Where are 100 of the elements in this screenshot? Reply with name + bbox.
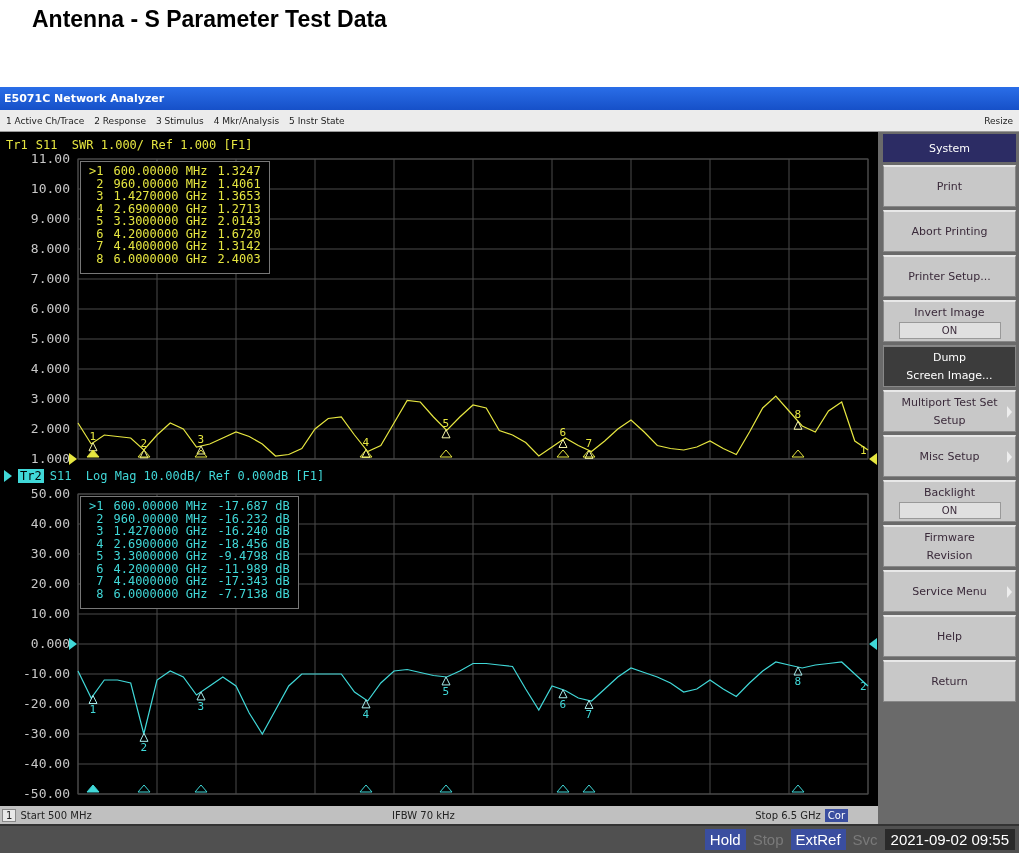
date-time: 2021-09-02 09:55 (884, 829, 1015, 850)
softkey-button[interactable]: Abort Printing (883, 210, 1016, 252)
axis-tick-label: 4.000 (30, 361, 70, 377)
marker-id: 5 (95, 215, 104, 228)
marker-response: 1.6720 (217, 227, 261, 240)
marker-response: -16.232 dB (217, 512, 290, 525)
marker-triangle-icon (793, 666, 803, 676)
marker-number: 6 (559, 426, 567, 440)
marker-position-icon (556, 449, 570, 458)
marker-triangle-icon (558, 689, 568, 699)
marker-response: 1.3247 (217, 165, 261, 178)
marker-number: 1 (89, 429, 97, 443)
marker-response: -17.343 dB (217, 575, 290, 588)
marker-id: 4 (95, 537, 104, 550)
softkey-button[interactable]: Misc Setup (883, 435, 1016, 477)
axis-tick-label: 3.000 (30, 391, 70, 407)
marker-response: 1.3142 (217, 240, 261, 253)
softkey-button[interactable]: Return (883, 660, 1016, 702)
marker-number: 7 (585, 708, 593, 722)
marker-position-icon (137, 784, 151, 793)
marker-position-icon (791, 784, 805, 793)
marker-stimulus: 960.00000 MHz (113, 177, 208, 190)
trace-end-label: 1 (860, 444, 867, 457)
marker-stimulus: 4.4000000 GHz (113, 240, 208, 253)
marker-response: -17.687 dB (217, 500, 290, 513)
marker-response: -9.4798 dB (217, 550, 290, 563)
axis-tick-label: 20.00 (30, 576, 70, 592)
marker-position-icon (86, 449, 100, 458)
marker-stimulus: 1.4270000 GHz (113, 525, 208, 538)
menu-item[interactable]: 1 Active Ch/Trace (6, 115, 85, 126)
softkey-button[interactable]: Invert Image ON (883, 300, 1016, 342)
resize-menu-item[interactable]: Resize (984, 115, 1013, 126)
axis-tick-label: 10.00 (30, 606, 70, 622)
axis-tick-label: 5.000 (30, 331, 70, 347)
marker-stimulus: 3.3000000 GHz (113, 215, 208, 228)
marker-stimulus: 6.0000000 GHz (113, 252, 208, 265)
trace-tag[interactable]: Tr2 (18, 469, 44, 483)
marker-position-icon (359, 784, 373, 793)
trace-tag[interactable]: Tr1 (4, 138, 30, 152)
marker-number: 6 (559, 697, 567, 711)
softkey-button[interactable]: Service Menu (883, 570, 1016, 612)
marker-stimulus: 600.00000 MHz (113, 165, 208, 178)
marker-id: >1 (89, 500, 104, 513)
marker-id: 2 (95, 177, 104, 190)
marker-number: 8 (794, 408, 802, 422)
marker-stimulus: 960.00000 MHz (113, 512, 208, 525)
axis-tick-label: 11.00 (30, 151, 70, 167)
marker-position-icon (194, 784, 208, 793)
marker-number: 4 (362, 436, 370, 450)
menu-item[interactable]: 4 Mkr/Analysis (213, 115, 280, 126)
menu-item[interactable]: 3 Stimulus (156, 115, 204, 126)
softkey-button[interactable]: Multiport Test Set Setup (883, 390, 1016, 432)
softkey-button[interactable]: Dump Screen Image... (883, 345, 1016, 387)
marker-triangle-icon (558, 439, 568, 448)
marker-number: 2 (140, 436, 148, 450)
softkey-button[interactable]: Print (883, 165, 1016, 207)
marker-position-icon (791, 449, 805, 458)
marker-id: 4 (95, 202, 104, 215)
marker-id: 7 (95, 240, 104, 253)
marker-response: -16.240 dB (217, 525, 290, 538)
axis-tick-label: 2.000 (30, 421, 70, 437)
marker-response: 1.2713 (217, 202, 261, 215)
marker-stimulus: 4.2000000 GHz (113, 562, 208, 575)
axis-tick-label: 50.00 (30, 486, 70, 502)
softkey-button[interactable]: Backlight ON (883, 480, 1016, 522)
axis-tick-label: -40.00 (23, 756, 70, 772)
axis-tick-label: -30.00 (23, 726, 70, 742)
marker-number: 3 (197, 699, 205, 713)
marker-response: -18.456 dB (217, 537, 290, 550)
marker-id: 3 (95, 525, 104, 538)
marker-id: 2 (95, 512, 104, 525)
axis-tick-label: 8.000 (30, 241, 70, 257)
marker-stimulus: 6.0000000 GHz (113, 587, 208, 600)
marker-id: 6 (95, 227, 104, 240)
marker-number: 1 (89, 703, 97, 717)
marker-number: 5 (442, 684, 450, 698)
axis-tick-label: 30.00 (30, 546, 70, 562)
axis-tick-label: 9.000 (30, 211, 70, 227)
menu-title: System (883, 134, 1016, 162)
marker-number: 8 (794, 675, 802, 689)
reference-marker-icon (69, 638, 77, 650)
softkey-button[interactable]: Help (883, 615, 1016, 657)
marker-triangle-icon (196, 445, 206, 455)
active-trace-icon (4, 470, 12, 482)
softkey-button[interactable]: Printer Setup... (883, 255, 1016, 297)
axis-tick-label: 40.00 (30, 516, 70, 532)
window-title: E5071C Network Analyzer (0, 87, 1019, 110)
start-frequency: Start 500 MHz (20, 809, 92, 821)
menu-item[interactable]: 2 Response (94, 115, 146, 126)
marker-number: 7 (585, 437, 593, 451)
status-indicator: ExtRef (790, 829, 846, 850)
marker-response: 2.4003 (217, 252, 261, 265)
softkey-button[interactable]: Firmware Revision (883, 525, 1016, 567)
correction-indicator: Cor (824, 808, 848, 822)
menu-item[interactable]: 5 Instr State (289, 115, 345, 126)
if-bandwidth: IFBW 70 kHz (392, 809, 455, 821)
marker-id: 6 (95, 562, 104, 575)
marker-stimulus: 4.4000000 GHz (113, 575, 208, 588)
status-indicator: Hold (704, 829, 746, 850)
marker-triangle-icon (793, 420, 803, 430)
